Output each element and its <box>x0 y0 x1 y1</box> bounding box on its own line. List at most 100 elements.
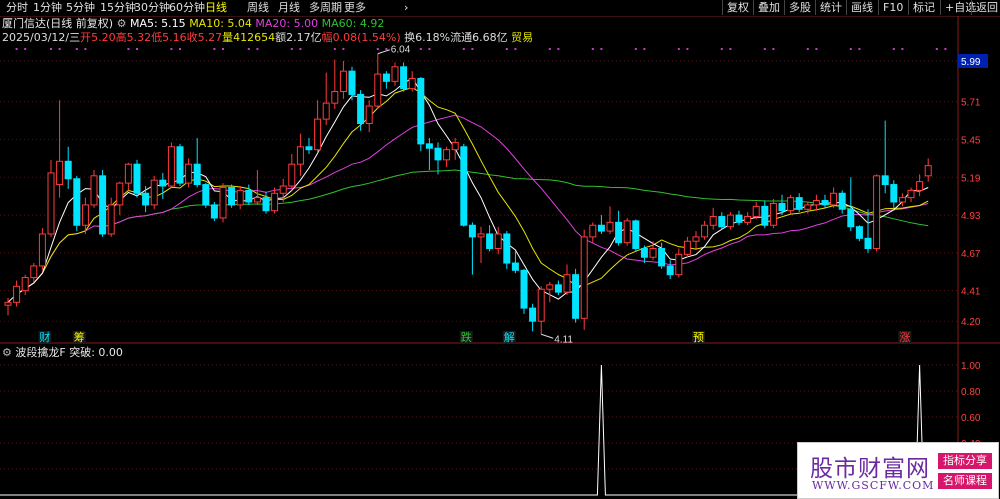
candle[interactable] <box>898 193 906 207</box>
candle[interactable] <box>769 199 777 229</box>
top-marker-dot <box>677 48 680 50</box>
candle[interactable] <box>124 162 132 191</box>
candle[interactable] <box>408 71 416 92</box>
candle[interactable] <box>417 76 425 152</box>
candle[interactable] <box>468 222 476 275</box>
candle[interactable] <box>185 158 193 188</box>
candle[interactable] <box>202 183 210 208</box>
candle[interactable] <box>451 138 459 160</box>
candle[interactable] <box>73 175 81 232</box>
candle[interactable] <box>219 183 227 223</box>
candle[interactable] <box>597 215 605 234</box>
candle[interactable] <box>296 133 304 176</box>
candle[interactable] <box>443 146 451 168</box>
candle[interactable] <box>305 138 313 155</box>
candle[interactable] <box>735 210 743 226</box>
candle[interactable] <box>253 170 261 205</box>
candle[interactable] <box>30 263 38 282</box>
candle[interactable] <box>13 280 21 307</box>
candle[interactable] <box>881 120 889 194</box>
candle[interactable] <box>486 225 494 252</box>
candle[interactable] <box>21 274 29 296</box>
candle[interactable] <box>787 194 795 214</box>
candle[interactable] <box>606 206 614 234</box>
candle[interactable] <box>400 62 408 92</box>
candle[interactable] <box>382 71 390 89</box>
candle[interactable] <box>520 268 528 314</box>
candle[interactable] <box>56 100 64 198</box>
candle[interactable] <box>322 72 330 125</box>
candle[interactable] <box>847 177 855 232</box>
candle[interactable] <box>262 191 270 214</box>
candle[interactable] <box>907 187 915 202</box>
candle[interactable] <box>142 186 150 213</box>
candle[interactable] <box>236 186 244 210</box>
candle[interactable] <box>821 194 829 208</box>
candle[interactable] <box>855 225 863 242</box>
candle[interactable] <box>830 187 838 208</box>
candle[interactable] <box>365 100 373 133</box>
candle[interactable] <box>795 193 803 213</box>
candle[interactable] <box>90 170 98 208</box>
candle[interactable] <box>701 220 709 240</box>
candle[interactable] <box>709 207 717 230</box>
candle[interactable] <box>425 138 433 171</box>
candle[interactable] <box>761 200 769 229</box>
candle[interactable] <box>744 212 752 226</box>
candle[interactable] <box>632 219 640 252</box>
candle[interactable] <box>752 201 760 220</box>
candle[interactable] <box>873 174 881 252</box>
candle[interactable] <box>503 231 511 269</box>
candle[interactable] <box>812 194 820 211</box>
candle[interactable] <box>554 280 562 296</box>
candle[interactable] <box>348 66 356 101</box>
candle[interactable] <box>210 201 218 221</box>
indicator-title[interactable]: 波段擒龙F <box>15 346 65 359</box>
candle[interactable] <box>460 143 468 227</box>
candle[interactable] <box>228 184 236 208</box>
candle[interactable] <box>924 158 932 182</box>
candle[interactable] <box>546 281 554 303</box>
candle[interactable] <box>339 60 347 99</box>
candle[interactable] <box>537 286 545 335</box>
candle[interactable] <box>47 159 55 237</box>
candle[interactable] <box>529 303 537 332</box>
candle[interactable] <box>623 217 631 246</box>
candle[interactable] <box>563 264 571 296</box>
candle[interactable] <box>99 170 107 237</box>
candle[interactable] <box>692 231 700 249</box>
candle[interactable] <box>726 212 734 230</box>
candle[interactable] <box>357 90 365 131</box>
candle[interactable] <box>718 212 726 230</box>
candle[interactable] <box>434 142 442 175</box>
candle[interactable] <box>572 268 580 323</box>
candle[interactable] <box>916 174 924 197</box>
candle[interactable] <box>271 187 279 214</box>
candle[interactable] <box>864 209 872 253</box>
candle[interactable] <box>580 229 588 330</box>
candle[interactable] <box>838 190 846 214</box>
candle[interactable] <box>890 180 898 208</box>
candle[interactable] <box>193 138 201 188</box>
candle[interactable] <box>589 222 597 243</box>
candle[interactable] <box>331 59 339 109</box>
candle[interactable] <box>666 260 674 280</box>
candle[interactable] <box>176 143 184 187</box>
indicator-settings-icon[interactable]: ⚙ <box>2 346 12 359</box>
candle[interactable] <box>116 181 124 216</box>
candle[interactable] <box>314 100 322 153</box>
candle[interactable] <box>683 236 691 258</box>
candle[interactable] <box>374 53 382 109</box>
candle[interactable] <box>150 175 158 210</box>
candle[interactable] <box>477 226 485 264</box>
candle[interactable] <box>615 210 623 246</box>
candle[interactable] <box>245 184 253 205</box>
candle[interactable] <box>133 159 141 198</box>
candle[interactable] <box>288 154 296 191</box>
candle[interactable] <box>167 142 175 188</box>
kline-chart[interactable]: 5.995.715.455.194.934.674.414.205.996.04… <box>0 0 1000 499</box>
candle[interactable] <box>391 62 399 86</box>
candle[interactable] <box>511 251 519 274</box>
candle[interactable] <box>38 228 46 271</box>
candle[interactable] <box>64 146 72 189</box>
